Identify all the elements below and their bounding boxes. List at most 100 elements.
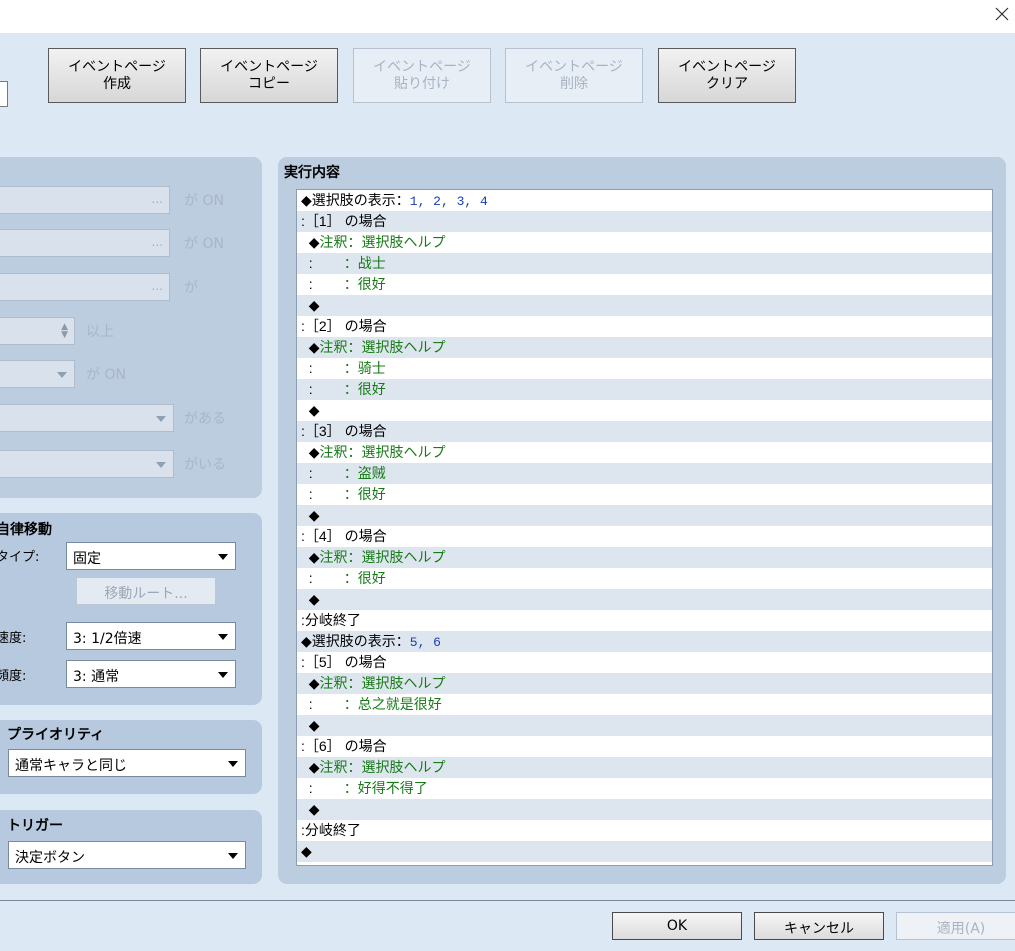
clear-event-page-button[interactable]: イベントページ クリア [658, 48, 796, 103]
command-row[interactable]: ◆注釈：選択肢ヘルプ [297, 757, 992, 778]
button-label-line1: イベントページ [220, 58, 318, 75]
command-row[interactable]: ◆ [297, 715, 992, 736]
command-row[interactable]: : ：很好 [297, 274, 992, 295]
command-row[interactable]: ◆注釈：選択肢ヘルプ [297, 442, 992, 463]
command-row[interactable]: :分岐終了 [297, 610, 992, 631]
command-row[interactable]: : ：骑士 [297, 358, 992, 379]
item-suffix: がある [184, 411, 226, 427]
command-row[interactable]: : ：很好 [297, 484, 992, 505]
move-route-button[interactable]: 移動ルート... [76, 577, 216, 605]
command-row[interactable]: :［2］ の場合 [297, 316, 992, 337]
movement-type-value: 固定 [73, 551, 101, 567]
command-text: 注釈：選択肢ヘルプ [319, 675, 446, 691]
command-text: 注釈：選択肢ヘルプ [319, 339, 446, 355]
command-row[interactable]: : ：战士 [297, 253, 992, 274]
command-text: ◆ [301, 759, 320, 775]
command-text: ◆ [301, 675, 320, 691]
button-label-line1: イベントページ [678, 58, 776, 75]
command-row[interactable]: :［6］ の場合 [297, 736, 992, 757]
command-row[interactable]: : ：总之就是很好 [297, 694, 992, 715]
command-row[interactable]: :［1］ の場合 [297, 211, 992, 232]
paste-event-page-button[interactable]: イベントページ 貼り付け [353, 48, 491, 103]
command-text: ◆ [301, 402, 320, 418]
command-text: ：战士 [343, 255, 386, 271]
command-text: ：盗贼 [343, 465, 386, 481]
command-text: 1, 2, 3, 4 [409, 194, 488, 209]
delete-event-page-button[interactable]: イベントページ 削除 [505, 48, 643, 103]
command-row[interactable]: : ：盗贼 [297, 463, 992, 484]
browse-icon[interactable]: ... [152, 235, 163, 249]
command-row[interactable]: ◆ [297, 799, 992, 820]
command-row[interactable]: ◆選択肢の表示：5, 6 [297, 631, 992, 652]
actor-dropdown[interactable] [0, 450, 174, 478]
movement-speed-dropdown[interactable]: 3: 1/2倍速 [66, 622, 236, 650]
close-icon[interactable] [991, 3, 1013, 25]
ok-button[interactable]: OK [612, 912, 742, 940]
command-row[interactable]: ◆ [297, 589, 992, 610]
command-row[interactable]: :［5］ の場合 [297, 652, 992, 673]
title-bar [0, 0, 1015, 33]
variable-suffix: が [184, 280, 198, 296]
chevron-down-icon [156, 462, 166, 468]
command-text: ：好得不得了 [343, 780, 428, 796]
command-row[interactable]: ◆ [297, 295, 992, 316]
command-row[interactable]: ◆ [297, 505, 992, 526]
switch2-field[interactable]: ... [0, 229, 170, 257]
cancel-button[interactable]: キャンセル [754, 912, 884, 940]
button-label-line2: クリア [706, 75, 748, 92]
movement-type-label: タイプ: [0, 550, 40, 565]
command-row[interactable]: :［4］ の場合 [297, 526, 992, 547]
browse-icon[interactable]: ... [152, 279, 163, 293]
command-row[interactable]: ◆注釈：選択肢ヘルプ [297, 547, 992, 568]
new-event-page-button[interactable]: イベントページ 作成 [48, 48, 186, 103]
command-row[interactable]: ◆選択肢の表示：1, 2, 3, 4 [297, 190, 992, 211]
command-text: ：总之就是很好 [343, 696, 442, 712]
command-text: ◆選択肢の表示： [301, 633, 410, 649]
variable-value-suffix: 以上 [86, 324, 114, 340]
trigger-dropdown[interactable]: 決定ボタン [8, 841, 246, 869]
self-switch-suffix: が ON [86, 367, 126, 383]
self-switch-dropdown[interactable] [0, 360, 75, 388]
switch1-suffix: が ON [184, 193, 224, 209]
command-row[interactable]: ◆注釈：選択肢ヘルプ [297, 337, 992, 358]
command-row[interactable]: ◆注釈：選択肢ヘルプ [297, 232, 992, 253]
command-row[interactable]: ◆ [297, 400, 992, 421]
execution-contents-title: 実行内容 [284, 165, 340, 181]
event-name-field[interactable] [0, 81, 8, 107]
command-row[interactable]: :［3］ の場合 [297, 421, 992, 442]
command-text: : [301, 570, 344, 586]
switch1-field[interactable]: ... [0, 186, 170, 214]
command-text: 注釈：選択肢ヘルプ [319, 444, 446, 460]
command-row[interactable]: ◆ [297, 841, 992, 862]
command-text: : [301, 276, 344, 292]
command-row[interactable]: : ：很好 [297, 568, 992, 589]
movement-type-dropdown[interactable]: 固定 [66, 542, 236, 570]
browse-icon[interactable]: ... [152, 192, 163, 206]
movement-frequency-dropdown[interactable]: 3: 通常 [66, 660, 236, 688]
variable-field[interactable]: ... [0, 273, 170, 301]
chevron-down-icon [228, 853, 238, 859]
movement-speed-label: 速度: [0, 631, 27, 646]
command-list[interactable]: ◆選択肢の表示：1, 2, 3, 4:［1］ の場合 ◆注釈：選択肢ヘルプ : … [296, 189, 993, 866]
command-text: ◆ [301, 549, 320, 565]
movement-frequency-value: 3: 通常 [73, 669, 120, 685]
command-text: ◆ [301, 717, 320, 733]
item-dropdown[interactable] [0, 404, 174, 432]
button-label-line1: イベントページ [68, 58, 166, 75]
command-text: :［5］ の場合 [301, 654, 387, 670]
command-row[interactable]: ◆注釈：選択肢ヘルプ [297, 673, 992, 694]
command-text: 5, 6 [409, 635, 441, 650]
command-row[interactable]: : ：好得不得了 [297, 778, 992, 799]
apply-button[interactable]: 適用(A) [896, 912, 1015, 940]
command-row[interactable]: :分岐終了 [297, 820, 992, 841]
command-text: ：骑士 [343, 360, 386, 376]
command-text: ：很好 [343, 381, 386, 397]
page-toolbar: イベントページ 作成 イベントページ コピー イベントページ 貼り付け イベント… [0, 33, 1015, 145]
variable-value-spinner[interactable]: ▲ ▼ [0, 317, 75, 345]
movement-frequency-label: 頻度: [0, 669, 27, 684]
priority-dropdown[interactable]: 通常キャラと同じ [8, 749, 246, 777]
copy-event-page-button[interactable]: イベントページ コピー [200, 48, 338, 103]
spinner-arrows-icon[interactable]: ▲ ▼ [61, 323, 68, 340]
command-text: ：很好 [343, 276, 386, 292]
command-row[interactable]: : ：很好 [297, 379, 992, 400]
